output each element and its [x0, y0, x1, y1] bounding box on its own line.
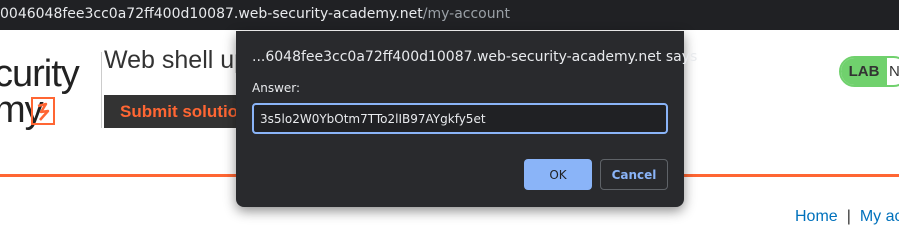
prompt-dialog: ...6048fee3cc0a72ff400d10087.web-securit…	[236, 31, 697, 207]
cancel-button[interactable]: Cancel	[600, 159, 668, 190]
lab-badge-label: LAB	[841, 58, 887, 85]
dialog-title: ...6048fee3cc0a72ff400d10087.web-securit…	[252, 49, 698, 65]
url-host: 0046048fee3cc0a72ff400d10087.web-securit…	[0, 6, 423, 22]
url-path: /my-account	[422, 6, 510, 22]
answer-label: Answer:	[252, 81, 301, 95]
home-link[interactable]: Home	[795, 208, 838, 225]
header-divider	[101, 52, 102, 128]
lab-status-text: N	[889, 63, 899, 80]
lab-status-badge: LAB N	[839, 56, 899, 87]
academy-logo[interactable]: curity my	[0, 54, 84, 130]
ok-button[interactable]: OK	[524, 159, 592, 190]
nav-separator: |	[846, 208, 851, 225]
answer-input[interactable]	[252, 103, 668, 134]
my-account-link[interactable]: My ac	[860, 208, 899, 225]
address-bar[interactable]: 0046048fee3cc0a72ff400d10087.web-securit…	[0, 0, 899, 30]
submit-solution-button[interactable]: Submit solution	[104, 95, 254, 128]
url-text[interactable]: 0046048fee3cc0a72ff400d10087.web-securit…	[0, 6, 510, 22]
logo-bolt-icon	[31, 97, 55, 125]
account-nav: Home | My ac	[795, 208, 899, 226]
lab-title: Web shell up	[104, 46, 249, 74]
logo-text-line1: curity	[0, 53, 80, 95]
